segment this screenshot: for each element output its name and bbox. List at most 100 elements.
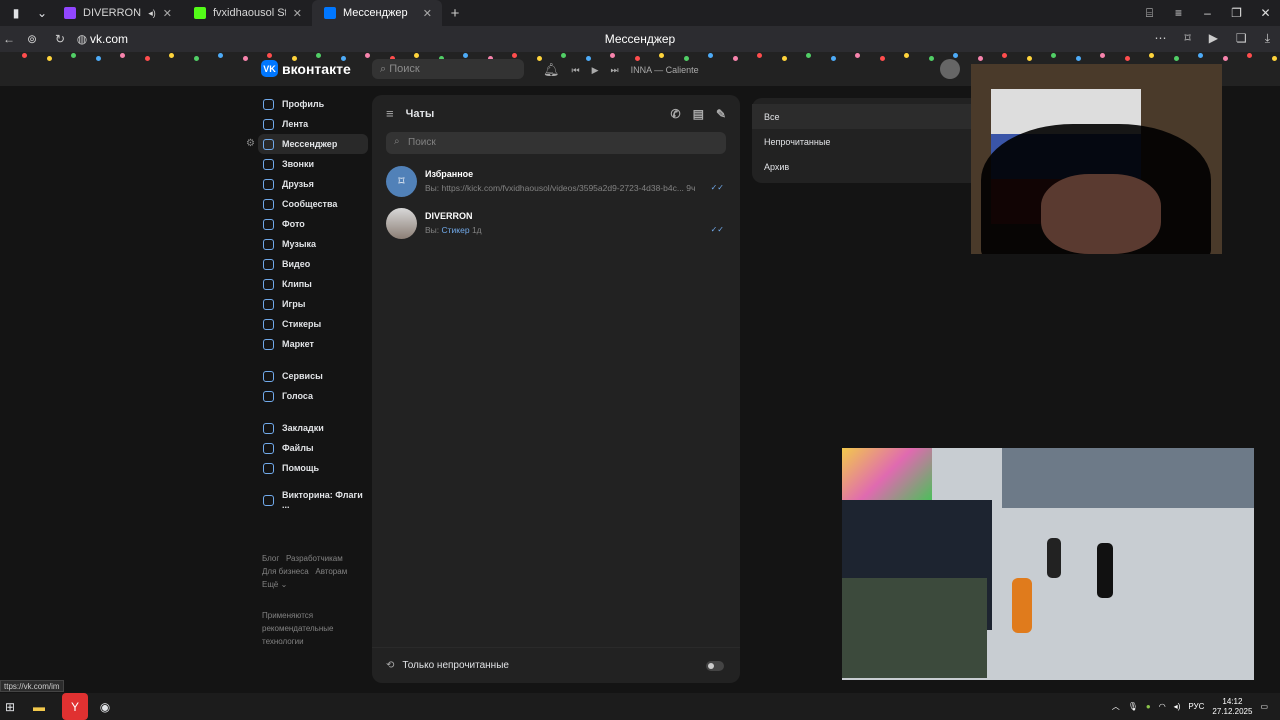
close-tab-icon[interactable]: ✕ xyxy=(163,7,172,20)
close-window-button[interactable]: ✕ xyxy=(1251,6,1280,20)
bell-icon[interactable]: 🔔︎ xyxy=(543,62,560,78)
sidebar-item-nav4-0[interactable]: Викторина: Флаги ... xyxy=(258,490,368,510)
network-icon[interactable]: ◠ xyxy=(1159,702,1166,711)
status-url: ttps://vk.com/im xyxy=(0,680,64,692)
filter-unread[interactable]: Непрочитанные xyxy=(752,129,977,154)
filter-archive[interactable]: Архив xyxy=(752,154,977,179)
user-avatar[interactable] xyxy=(940,59,960,79)
app-tray-icon[interactable]: ● xyxy=(1146,702,1151,711)
sidebar-item-nav-0[interactable]: Профиль xyxy=(258,94,368,114)
sidebar-item-nav-10[interactable]: Игры xyxy=(258,294,368,314)
nav-icon xyxy=(263,118,274,130)
maximize-button[interactable]: ❐ xyxy=(1222,6,1251,20)
tab-twitch[interactable]: DIVERRON - Twitch ◂) ✕ xyxy=(52,0,182,26)
garland-light xyxy=(1124,56,1130,61)
sidebar-item-nav-1[interactable]: Лента xyxy=(258,114,368,134)
tab-kick[interactable]: fvxidhaousol Stream - Wa ✕ xyxy=(182,0,312,26)
explorer-icon[interactable]: ▬ xyxy=(20,693,58,720)
garland-light xyxy=(512,53,517,58)
close-tab-icon[interactable]: ✕ xyxy=(293,7,302,20)
vk-logo[interactable]: VK вконтакте xyxy=(261,60,351,77)
nav-icon xyxy=(263,178,274,190)
next-track-icon[interactable]: ⏭ xyxy=(611,65,619,76)
menu-icon[interactable]: ≡ xyxy=(386,106,394,121)
prev-track-icon[interactable]: ⏮ xyxy=(572,65,580,76)
sidebar-item-nav-5[interactable]: Сообщества xyxy=(258,194,368,214)
chats-search-input[interactable]: ⌕ Поиск xyxy=(386,132,726,154)
obs-icon[interactable]: ◉ xyxy=(92,693,118,720)
filter-all[interactable]: Все xyxy=(752,104,977,129)
notifications-icon[interactable]: ▭ xyxy=(1260,702,1268,711)
language-indicator[interactable]: РУС xyxy=(1188,702,1204,711)
sidebar-item-nav-7[interactable]: Музыка xyxy=(258,234,368,254)
now-playing[interactable]: INNA — Caliente xyxy=(631,65,699,75)
footer-dev-link[interactable]: Разработчикам xyxy=(286,554,343,563)
sidebar-item-nav-4[interactable]: Друзья xyxy=(258,174,368,194)
nav-icon xyxy=(263,298,274,310)
garland-light xyxy=(536,56,542,61)
sidebar-item-nav-3[interactable]: Звонки xyxy=(258,154,368,174)
address-bar: ← ⊚ ↻ ◍ vk.com Мессенджер ⋯ ⌑ ▶ ❏ ⤓ xyxy=(0,26,1280,52)
volume-icon[interactable]: ◂) xyxy=(1174,702,1181,711)
sidebar-item-nav2-1[interactable]: Голоса xyxy=(258,386,368,406)
menu-icon[interactable]: ≡ xyxy=(1164,6,1193,20)
media-icon[interactable]: ▶ xyxy=(1209,31,1218,46)
footer-blog-link[interactable]: Блог xyxy=(262,554,279,563)
download-icon[interactable]: ⤓ xyxy=(1265,31,1270,46)
audio-icon[interactable]: ◂) xyxy=(148,8,156,19)
mic-icon[interactable]: 🎙︎ xyxy=(1128,702,1138,711)
sidebar-item-nav-8[interactable]: Видео xyxy=(258,254,368,274)
close-tab-icon[interactable]: ✕ xyxy=(423,7,432,20)
garland-light xyxy=(1222,56,1228,61)
window-controls: ⌸ ≡ – ❐ ✕ xyxy=(1135,0,1280,26)
play-icon[interactable]: ▶ xyxy=(592,65,599,76)
sidebar-toggle-icon[interactable]: ▮ xyxy=(0,0,32,27)
chat-item-saved[interactable]: ⌑ Избранное Вы: https://kick.com/fvxidha… xyxy=(372,160,740,202)
nav-icon xyxy=(263,338,274,350)
sidebar-item-nav-9[interactable]: Клипы xyxy=(258,274,368,294)
garland-light xyxy=(316,53,321,58)
garland-light xyxy=(1002,53,1007,58)
nav-icon xyxy=(263,158,274,170)
clock[interactable]: 14:12 27.12.2025 xyxy=(1212,697,1252,717)
archive-icon[interactable]: ▤ xyxy=(693,107,704,121)
call-icon[interactable]: ✆ xyxy=(671,107,681,121)
tray-chevron-icon[interactable]: ︿ xyxy=(1112,701,1120,712)
garland-light xyxy=(120,53,125,58)
new-tab-button[interactable]: + xyxy=(442,0,468,27)
bookmark-icon[interactable]: ⌑ xyxy=(1185,31,1191,46)
footer-business-link[interactable]: Для бизнеса xyxy=(262,567,309,576)
sidebar-item-nav-2[interactable]: Мессенджер xyxy=(258,134,368,154)
page-title: Мессенджер xyxy=(604,32,676,46)
start-icon[interactable]: ⊞ xyxy=(0,693,20,720)
yandex-browser-icon[interactable]: Y xyxy=(62,693,88,720)
garland-light xyxy=(193,56,199,61)
chats-header: ≡ Чаты ✆ ▤ ✎ xyxy=(372,95,740,132)
unread-only-row[interactable]: ⟲ Только непрочитанные xyxy=(372,647,740,683)
gear-icon[interactable]: ⚙ xyxy=(246,138,255,149)
sidebar-item-label: Файлы xyxy=(282,443,314,453)
more-icon[interactable]: ⋯ xyxy=(1155,31,1167,46)
sidebar-item-nav2-0[interactable]: Сервисы xyxy=(258,366,368,386)
unread-toggle[interactable] xyxy=(706,661,724,671)
sidebar-item-nav-12[interactable]: Маркет xyxy=(258,334,368,354)
sidebar-item-nav-11[interactable]: Стикеры xyxy=(258,314,368,334)
nav-icon xyxy=(263,442,274,454)
nav-separator xyxy=(258,478,368,490)
chat-item-diverron[interactable]: DIVERRON Вы: Стикер 1д ✓✓ xyxy=(372,202,740,244)
sidebar-item-nav3-0[interactable]: Закладки xyxy=(258,418,368,438)
vk-search-input[interactable]: ⌕ Поиск xyxy=(372,59,524,79)
compose-icon[interactable]: ✎ xyxy=(716,107,726,121)
minimize-button[interactable]: – xyxy=(1193,6,1222,20)
sidebar-item-nav3-2[interactable]: Помощь xyxy=(258,458,368,478)
wifi-bookmark-icon[interactable]: ⌸ xyxy=(1135,6,1164,21)
tabs-menu-icon[interactable]: ⌄ xyxy=(32,0,52,27)
nav-icon xyxy=(263,462,274,474)
tab-messenger[interactable]: Мессенджер ✕ xyxy=(312,0,442,26)
footer-rec-text[interactable]: Применяются рекомендательные технологии xyxy=(262,609,352,648)
sidebar-item-nav3-1[interactable]: Файлы xyxy=(258,438,368,458)
collections-icon[interactable]: ❏ xyxy=(1236,31,1247,46)
sidebar-item-nav-6[interactable]: Фото xyxy=(258,214,368,234)
footer-authors-link[interactable]: Авторам xyxy=(315,567,347,576)
footer-more-link[interactable]: Ещё xyxy=(262,580,278,589)
